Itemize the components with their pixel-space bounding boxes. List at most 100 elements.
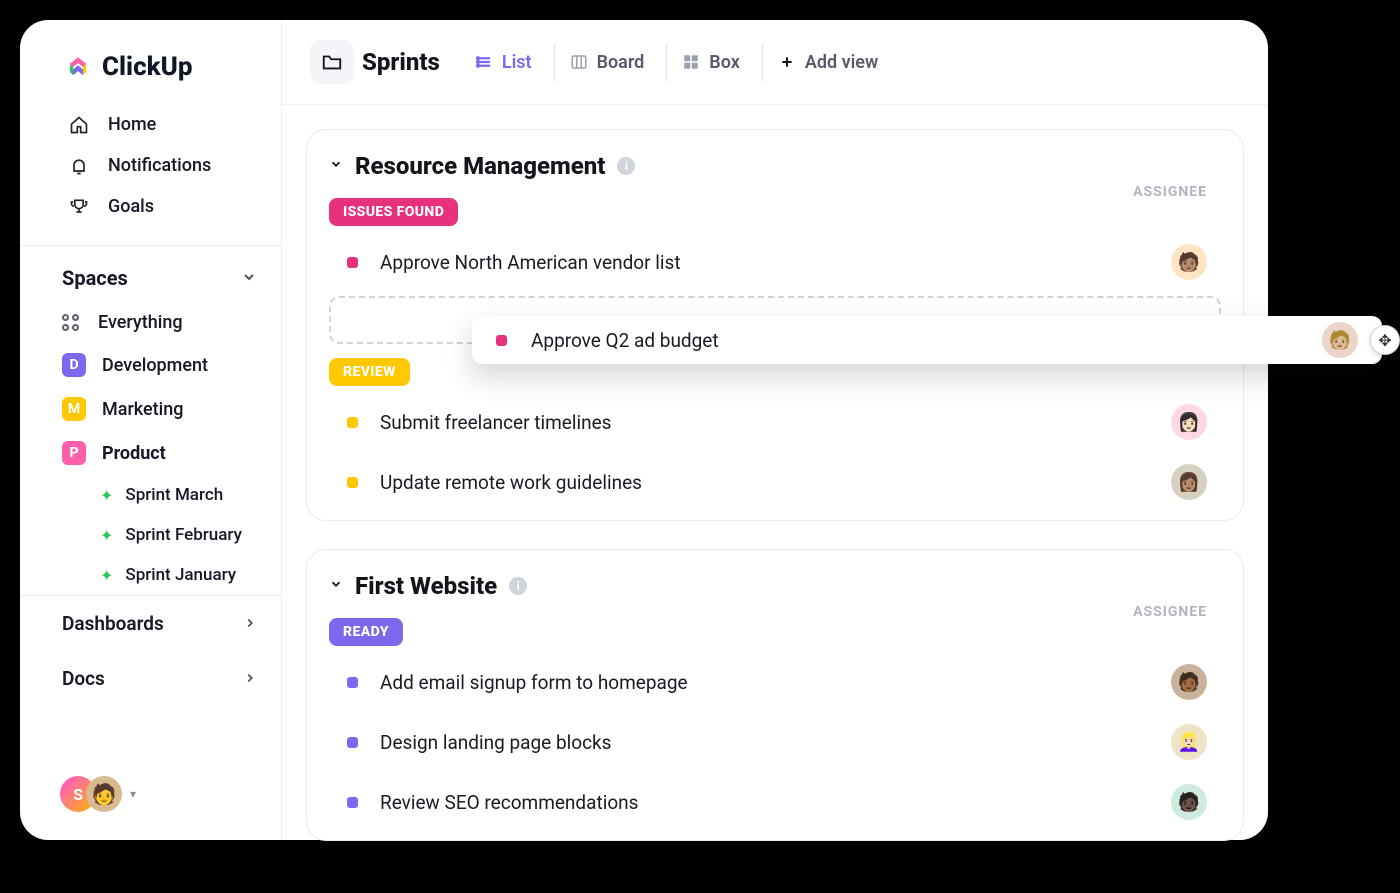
content: Resource Management i ASSIGNEE ISSUES FO… (282, 105, 1268, 893)
plus-icon (777, 52, 797, 72)
assignee-avatar[interactable]: 🧑🏾 (1171, 664, 1207, 700)
view-list-label: List (502, 52, 532, 73)
everything-icon (62, 314, 82, 331)
nav-goals-label: Goals (108, 196, 154, 217)
chevron-right-icon (243, 667, 257, 690)
nav-notifications-label: Notifications (108, 155, 211, 176)
section-first-website: First Website i ASSIGNEE READY Add email… (306, 549, 1244, 841)
sprint-icon: ✦ (100, 566, 113, 585)
user-switcher[interactable]: S 🧑 ▾ (60, 776, 136, 812)
sidebar-item-development[interactable]: D Development (20, 343, 281, 387)
view-board-label: Board (597, 52, 645, 73)
task-row[interactable]: Approve North American vendor list 🧑🏽 (307, 232, 1243, 292)
view-box-label: Box (709, 52, 740, 73)
add-view-button[interactable]: Add view (762, 44, 892, 81)
home-icon (68, 115, 90, 135)
sprint-february-label: Sprint February (125, 525, 242, 545)
view-tab-box[interactable]: Box (666, 44, 754, 81)
section-title: Resource Management (355, 152, 605, 180)
status-dot-icon (347, 677, 358, 688)
section-title: First Website (355, 572, 497, 600)
sprint-january-label: Sprint January (125, 565, 236, 585)
assignee-avatar[interactable]: 👩🏻 (1171, 404, 1207, 440)
chevron-down-icon (329, 157, 343, 175)
nav-home[interactable]: Home (62, 104, 263, 145)
status-dot-icon (347, 417, 358, 428)
brand-logo[interactable]: ClickUp (20, 20, 281, 98)
assignee-avatar[interactable]: 🧑🏼 (1322, 322, 1358, 358)
main: Sprints List Board Box (282, 20, 1268, 840)
space-badge-d: D (62, 353, 86, 377)
space-badge-p: P (62, 441, 86, 465)
status-dot-icon (347, 737, 358, 748)
sprint-icon: ✦ (100, 526, 113, 545)
docs-label: Docs (62, 667, 105, 690)
status-dot-icon (347, 797, 358, 808)
chevron-down-icon (329, 577, 343, 595)
task-label: Update remote work guidelines (380, 471, 1171, 494)
status-issues-found[interactable]: ISSUES FOUND (329, 198, 458, 226)
task-row[interactable]: Submit freelancer timelines 👩🏻 (307, 392, 1243, 452)
spaces-header[interactable]: Spaces (20, 254, 281, 302)
board-view-icon (569, 52, 589, 72)
nav-home-label: Home (108, 114, 156, 135)
task-label: Approve North American vendor list (380, 251, 1171, 274)
sidebar-item-everything[interactable]: Everything (20, 302, 281, 343)
assignee-avatar[interactable]: 🧑🏿 (1171, 784, 1207, 820)
nav-notifications[interactable]: Notifications (62, 145, 263, 186)
dashboards-label: Dashboards (62, 612, 164, 635)
space-product-label: Product (102, 443, 166, 464)
sidebar-item-marketing[interactable]: M Marketing (20, 387, 281, 431)
chevron-right-icon (243, 612, 257, 635)
topbar: Sprints List Board Box (282, 20, 1268, 105)
sidebar: ClickUp Home Notifications Goals (20, 20, 282, 840)
task-row[interactable]: Design landing page blocks 👱🏻‍♀️ (307, 712, 1243, 772)
nav-goals[interactable]: Goals (62, 186, 263, 227)
folder-title: Sprints (362, 48, 440, 76)
sprint-february[interactable]: ✦ Sprint February (20, 515, 281, 555)
folder-icon[interactable] (310, 40, 354, 84)
task-row[interactable]: Review SEO recommendations 🧑🏿 (307, 772, 1243, 832)
space-marketing-label: Marketing (102, 399, 183, 420)
app-frame: ClickUp Home Notifications Goals (20, 20, 1268, 840)
section-header[interactable]: Resource Management i (307, 148, 1243, 194)
assignee-avatar[interactable]: 🧑🏽 (1171, 244, 1207, 280)
sprint-january[interactable]: ✦ Sprint January (20, 555, 281, 595)
sidebar-item-product[interactable]: P Product (20, 431, 281, 475)
task-label: Approve Q2 ad budget (531, 329, 1322, 352)
space-development-label: Development (102, 355, 208, 376)
trophy-icon (68, 197, 90, 217)
status-dot-icon (496, 335, 507, 346)
brand-name: ClickUp (102, 52, 193, 82)
info-icon[interactable]: i (509, 577, 527, 595)
section-header[interactable]: First Website i (307, 568, 1243, 614)
view-tab-board[interactable]: Board (554, 44, 659, 81)
primary-nav: Home Notifications Goals (20, 98, 281, 237)
box-view-icon (681, 52, 701, 72)
task-label: Submit freelancer timelines (380, 411, 1171, 434)
task-label: Review SEO recommendations (380, 791, 1171, 814)
info-icon[interactable]: i (617, 157, 635, 175)
add-view-label: Add view (805, 52, 878, 73)
view-tab-list[interactable]: List (460, 44, 546, 81)
assignee-column-label: ASSIGNEE (1133, 184, 1207, 200)
sprint-march-label: Sprint March (125, 485, 223, 505)
task-row[interactable]: Update remote work guidelines 👩🏽 (307, 452, 1243, 512)
dragging-task-row[interactable]: Approve Q2 ad budget 🧑🏼 ✥ (472, 316, 1382, 364)
avatar-stack: S 🧑 (60, 776, 122, 812)
sprint-march[interactable]: ✦ Sprint March (20, 475, 281, 515)
status-dot-icon (347, 477, 358, 488)
user-avatar-photo: 🧑 (86, 776, 122, 812)
task-row[interactable]: Add email signup form to homepage 🧑🏾 (307, 652, 1243, 712)
everything-label: Everything (98, 312, 183, 333)
list-view-icon (474, 52, 494, 72)
sidebar-dashboards[interactable]: Dashboards (20, 595, 281, 651)
clickup-logo-icon (64, 53, 92, 81)
status-ready[interactable]: READY (329, 618, 403, 646)
sidebar-docs[interactable]: Docs (20, 651, 281, 706)
caret-down-icon: ▾ (130, 787, 136, 801)
assignee-avatar[interactable]: 👩🏽 (1171, 464, 1207, 500)
divider (20, 245, 281, 246)
status-review[interactable]: REVIEW (329, 358, 410, 386)
assignee-avatar[interactable]: 👱🏻‍♀️ (1171, 724, 1207, 760)
